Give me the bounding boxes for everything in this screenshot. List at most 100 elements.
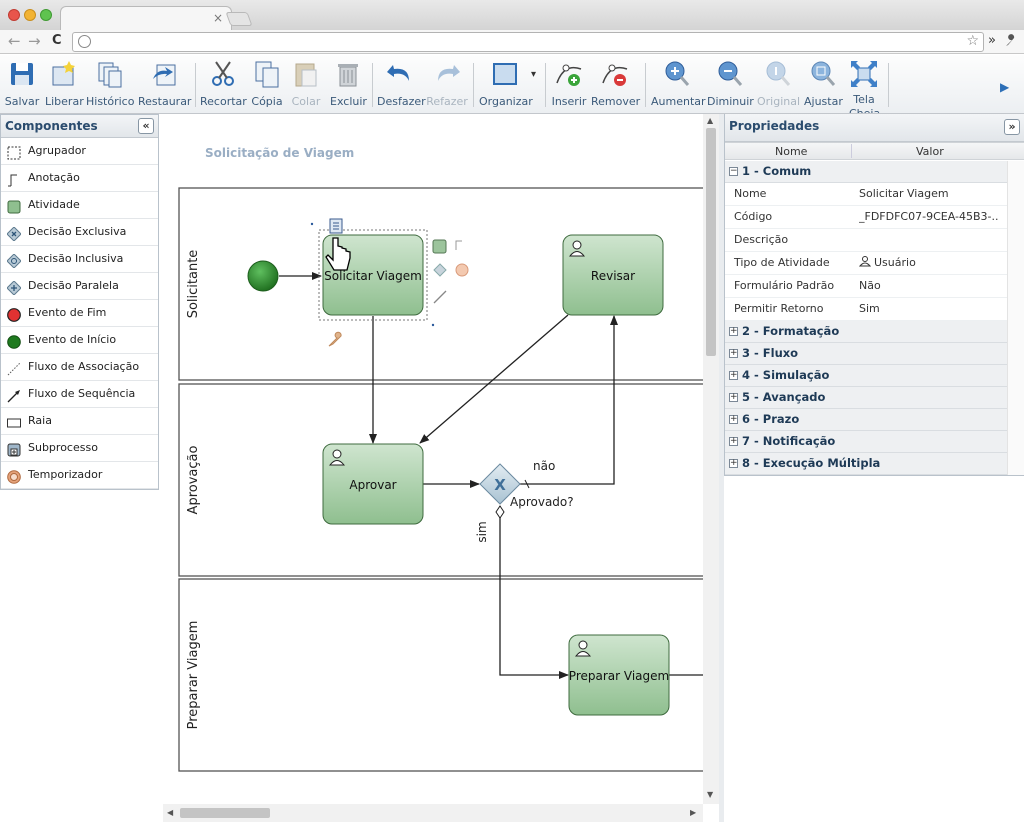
wrench-icon[interactable]: [1004, 34, 1018, 51]
task-revisar[interactable]: Revisar: [562, 234, 664, 316]
more-icon[interactable]: »: [988, 33, 996, 49]
component-item-inclusive-gateway[interactable]: Decisão Inclusiva: [1, 246, 158, 273]
component-item-end-event[interactable]: Evento de Fim: [1, 300, 158, 327]
tab-close-icon[interactable]: ×: [213, 11, 223, 25]
scroll-down-arrow[interactable]: ▼: [707, 790, 713, 799]
expand-panel-button[interactable]: »: [1004, 119, 1020, 135]
close-window-button[interactable]: [8, 9, 20, 21]
append-timer-icon[interactable]: [455, 263, 469, 277]
scroll-up-arrow[interactable]: ▲: [707, 116, 713, 125]
wrench-tool-icon[interactable]: [328, 331, 342, 347]
component-item-lane[interactable]: Raia: [1, 408, 158, 435]
property-group[interactable]: +7 - Notificação: [725, 431, 1007, 453]
toolbar-button-paste[interactable]: Colar: [290, 59, 322, 108]
property-group[interactable]: +3 - Fluxo: [725, 343, 1007, 365]
append-annotation-icon[interactable]: [455, 240, 462, 250]
expand-icon[interactable]: +: [729, 349, 738, 358]
component-item-activity[interactable]: Atividade: [1, 192, 158, 219]
property-group[interactable]: +8 - Execução Múltipla: [725, 453, 1007, 475]
toolbar-button-zoom-in[interactable]: Aumentar: [651, 59, 706, 108]
toolbar-button-scissors[interactable]: Recortar: [200, 59, 247, 108]
property-group[interactable]: −1 - Comum: [725, 161, 1007, 183]
property-value[interactable]: Sim: [859, 298, 999, 320]
toolbar-button-redo[interactable]: Refazer: [426, 59, 468, 108]
bpmn-diagram[interactable]: Solicitação de Viagem Solicitante Aprova…: [163, 114, 703, 804]
scroll-right-arrow[interactable]: ▶: [690, 808, 696, 817]
toolbar-button-history[interactable]: Histórico: [86, 59, 134, 108]
toolbar-button-copy[interactable]: Cópia: [250, 59, 284, 108]
property-row[interactable]: Tipo de Atividade Usuário: [725, 252, 1007, 275]
component-item-sequence-flow[interactable]: Fluxo de Sequência: [1, 381, 158, 408]
toolbar-button-floppy-disk[interactable]: Salvar: [2, 59, 42, 108]
toolbar-button-insert-point[interactable]: Inserir: [551, 59, 587, 108]
toolbar-button-restore[interactable]: Restaurar: [138, 59, 191, 108]
chevron-down-icon[interactable]: ▾: [531, 69, 536, 80]
expand-icon[interactable]: +: [729, 437, 738, 446]
lane-aprovacao[interactable]: Aprovação: [178, 383, 703, 577]
handle-dot[interactable]: [310, 222, 314, 226]
toolbar-button-zoom-original[interactable]: Original: [757, 59, 800, 108]
toolbar-button-arrange[interactable]: Organizar: [479, 59, 533, 108]
browser-tab[interactable]: ×: [60, 6, 232, 30]
toolbar-button-trash[interactable]: Excluir: [330, 59, 367, 108]
property-group[interactable]: +6 - Prazo: [725, 409, 1007, 431]
component-item-annotation[interactable]: Anotação: [1, 165, 158, 192]
append-gateway-icon[interactable]: [433, 263, 447, 277]
property-value[interactable]: Solicitar Viagem: [859, 183, 999, 205]
horizontal-scroll-thumb[interactable]: [180, 808, 270, 818]
property-row[interactable]: Código _FDFDFC07-9CEA-45B3-...: [725, 206, 1007, 229]
component-item-timer[interactable]: Temporizador: [1, 462, 158, 489]
handle-dot[interactable]: [431, 323, 435, 327]
start-event[interactable]: [247, 260, 279, 292]
toolbar-button-zoom-out[interactable]: Diminuir: [707, 59, 754, 108]
property-row[interactable]: Permitir Retorno Sim: [725, 298, 1007, 321]
column-name-header[interactable]: Nome: [775, 145, 807, 158]
property-group[interactable]: +4 - Simulação: [725, 365, 1007, 387]
append-activity-icon[interactable]: [432, 239, 447, 254]
property-row[interactable]: Nome Solicitar Viagem: [725, 183, 1007, 206]
reload-icon[interactable]: C: [52, 33, 62, 49]
expand-icon[interactable]: +: [729, 371, 738, 380]
toolbar-button-undo[interactable]: Desfazer: [377, 59, 426, 108]
task-aprovar[interactable]: Aprovar: [322, 443, 424, 525]
toolbar-more-arrow[interactable]: ▶: [1000, 80, 1009, 94]
forward-icon[interactable]: →: [28, 33, 41, 49]
property-row[interactable]: Descrição: [725, 229, 1007, 252]
property-group[interactable]: +2 - Formatação: [725, 321, 1007, 343]
toolbar-button-release[interactable]: Liberar: [45, 59, 84, 108]
property-group[interactable]: +5 - Avançado: [725, 387, 1007, 409]
component-item-association-flow[interactable]: Fluxo de Associação: [1, 354, 158, 381]
new-tab-button[interactable]: [225, 12, 253, 26]
properties-scrollbar[interactable]: [1007, 161, 1024, 475]
maximize-window-button[interactable]: [40, 9, 52, 21]
component-item-exclusive-gateway[interactable]: Decisão Exclusiva: [1, 219, 158, 246]
toolbar-button-zoom-fit[interactable]: Ajustar: [804, 59, 843, 108]
minimize-window-button[interactable]: [24, 9, 36, 21]
property-value[interactable]: Usuário: [859, 252, 999, 274]
toolbar-button-fullscreen[interactable]: Tela Cheia: [849, 59, 880, 113]
diagram-canvas[interactable]: Solicitação de Viagem Solicitante Aprova…: [163, 114, 703, 804]
toolbar-button-remove-point[interactable]: Remover: [591, 59, 640, 108]
star-icon[interactable]: ☆: [966, 33, 979, 49]
address-bar[interactable]: ☆: [72, 32, 984, 52]
collapse-icon[interactable]: −: [729, 167, 738, 176]
scroll-left-arrow[interactable]: ◀: [167, 808, 173, 817]
horizontal-scrollbar[interactable]: ◀ ▶: [163, 804, 703, 822]
component-item-group[interactable]: Agrupador: [1, 138, 158, 165]
back-icon[interactable]: ←: [8, 33, 21, 49]
expand-icon[interactable]: +: [729, 327, 738, 336]
component-item-parallel-gateway[interactable]: Decisão Paralela: [1, 273, 158, 300]
property-row[interactable]: Formulário Padrão Não: [725, 275, 1007, 298]
expand-icon[interactable]: +: [729, 393, 738, 402]
vertical-scrollbar[interactable]: ▲ ▼: [703, 114, 719, 804]
property-value[interactable]: _FDFDFC07-9CEA-45B3-...: [859, 206, 999, 228]
task-preparar-viagem[interactable]: Preparar Viagem: [568, 634, 670, 716]
expand-icon[interactable]: +: [729, 459, 738, 468]
vertical-scroll-thumb[interactable]: [706, 128, 716, 356]
column-value-header[interactable]: Valor: [916, 145, 944, 158]
property-value[interactable]: Não: [859, 275, 999, 297]
expand-icon[interactable]: +: [729, 415, 738, 424]
component-item-start-event[interactable]: Evento de Início: [1, 327, 158, 354]
component-item-subprocess[interactable]: Subprocesso: [1, 435, 158, 462]
append-flow-icon[interactable]: [433, 290, 447, 304]
